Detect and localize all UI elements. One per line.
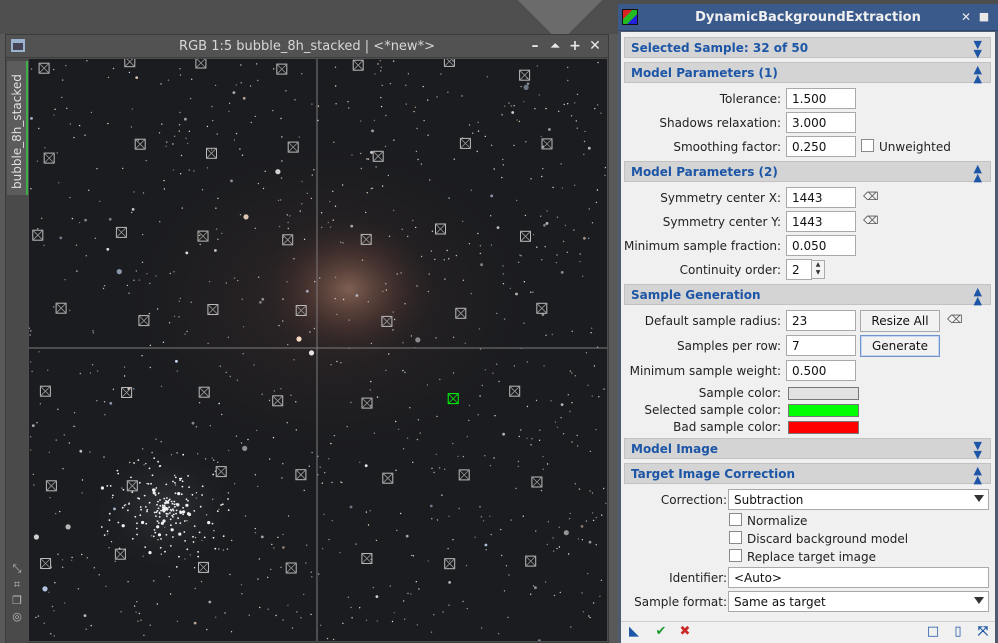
- sample-format-select[interactable]: Same as target: [728, 591, 989, 612]
- identifier-label: Identifier:: [669, 571, 727, 585]
- bad-color-swatch[interactable]: [788, 421, 859, 434]
- image-canvas[interactable]: [29, 59, 607, 641]
- collapse-icon[interactable]: ▲ ▲: [974, 465, 982, 485]
- expand-icon[interactable]: ▼ ▼: [974, 39, 982, 59]
- section-label: Selected Sample: 32 of 50: [631, 41, 809, 55]
- dbe-titlebar[interactable]: DynamicBackgroundExtraction ✕ ■: [618, 4, 998, 31]
- dbe-footer: ◣ ✔ ✖ □ ▯ ⤧: [621, 621, 995, 643]
- normalize-label: Normalize: [747, 514, 808, 528]
- section-label: Sample Generation: [631, 288, 761, 302]
- maximize-button[interactable]: +: [567, 38, 583, 54]
- default-radius-label: Default sample radius:: [644, 314, 781, 328]
- replace-target-checkbox[interactable]: [729, 549, 742, 562]
- image-window-titlebar[interactable]: RGB 1:5 bubble_8h_stacked | <*new*> – ⏶ …: [6, 35, 608, 58]
- browse-doc-icon[interactable]: □: [926, 625, 940, 639]
- reset-icon[interactable]: ⤧: [976, 625, 990, 639]
- image-window[interactable]: RGB 1:5 bubble_8h_stacked | <*new*> – ⏶ …: [5, 34, 609, 643]
- correction-value: Subtraction: [734, 493, 804, 507]
- clear-icon[interactable]: ⌫: [863, 191, 879, 203]
- section-model-params-1[interactable]: Model Parameters (1) ▲ ▲: [624, 62, 991, 84]
- clone-icon[interactable]: ❐: [11, 595, 23, 607]
- sample-format-label: Sample format:: [634, 595, 727, 609]
- symmetry-y-label: Symmetry center Y:: [662, 215, 781, 229]
- sample-color-label: Sample color:: [698, 386, 781, 400]
- sample-format-value: Same as target: [734, 595, 826, 609]
- samples-per-row-label: Samples per row:: [676, 339, 781, 353]
- section-label: Target Image Correction: [631, 467, 796, 481]
- samples-per-row-field[interactable]: 7: [786, 335, 856, 356]
- section-target-correction[interactable]: Target Image Correction ▲ ▲: [624, 463, 991, 485]
- unweighted-checkbox[interactable]: [861, 139, 874, 152]
- dbe-shade-button[interactable]: ■: [976, 9, 992, 25]
- continuity-order-field[interactable]: 2: [786, 259, 812, 280]
- tolerance-label: Tolerance:: [719, 92, 781, 106]
- selected-color-swatch[interactable]: [788, 404, 859, 417]
- smoothing-factor-field[interactable]: 0.250: [786, 136, 856, 157]
- section-sample-generation[interactable]: Sample Generation ▲ ▲: [624, 284, 991, 306]
- min-sample-fraction-label: Minimum sample fraction:: [623, 239, 781, 253]
- replace-target-label: Replace target image: [747, 550, 876, 564]
- view-tab-label: bubble_8h_stacked: [10, 74, 24, 189]
- section-model-image[interactable]: Model Image ▼ ▼: [624, 438, 991, 460]
- minimize-button[interactable]: –: [527, 38, 543, 54]
- min-sample-weight-label: Minimum sample weight:: [629, 364, 781, 378]
- collapse-icon[interactable]: ▲ ▲: [974, 64, 982, 84]
- dbe-title: DynamicBackgroundExtraction: [695, 10, 921, 25]
- apply-icon[interactable]: ✔: [654, 625, 668, 639]
- view-tab[interactable]: bubble_8h_stacked: [7, 61, 28, 195]
- fit-icon[interactable]: ⌗: [11, 579, 23, 591]
- section-model-params-2[interactable]: Model Parameters (2) ▲ ▲: [624, 161, 991, 183]
- discard-model-label: Discard background model: [747, 532, 909, 546]
- normalize-checkbox[interactable]: [729, 513, 742, 526]
- cancel-icon[interactable]: ✖: [678, 625, 692, 639]
- unweighted-label: Unweighted: [879, 140, 951, 154]
- continuity-spinner[interactable]: ▲ ▼: [811, 260, 825, 279]
- bad-color-label: Bad sample color:: [673, 420, 781, 434]
- discard-model-checkbox[interactable]: [729, 531, 742, 544]
- symmetry-x-field[interactable]: 1443: [786, 187, 856, 208]
- dbe-close-button[interactable]: ✕: [958, 9, 974, 25]
- identifier-field[interactable]: <Auto>: [728, 567, 989, 588]
- resize-icon[interactable]: ⤡: [11, 563, 23, 575]
- section-label: Model Parameters (2): [631, 165, 778, 179]
- section-label: Model Parameters (1): [631, 66, 778, 80]
- expand-icon[interactable]: ▼ ▼: [974, 440, 982, 460]
- starfield-image[interactable]: [29, 59, 607, 641]
- settings-icon[interactable]: ◎: [11, 611, 23, 623]
- workspace: RGB 1:5 bubble_8h_stacked | <*new*> – ⏶ …: [0, 0, 998, 643]
- chevron-down-icon: [974, 597, 984, 604]
- collapse-icon[interactable]: ▲ ▲: [974, 163, 982, 183]
- symmetry-y-field[interactable]: 1443: [786, 211, 856, 232]
- default-radius-field[interactable]: 23: [786, 310, 856, 331]
- correction-select[interactable]: Subtraction: [728, 489, 989, 510]
- section-selected-sample[interactable]: Selected Sample: 32 of 50 ▼ ▼: [624, 37, 991, 59]
- min-sample-weight-field[interactable]: 0.500: [786, 360, 856, 381]
- image-side-bar: bubble_8h_stacked ⤡ ⌗ ❐ ◎: [6, 59, 28, 643]
- section-label: Model Image: [631, 442, 718, 456]
- shadows-relaxation-field[interactable]: 3.000: [786, 112, 856, 133]
- dbe-body: Selected Sample: 32 of 50 ▼ ▼ Model Param…: [621, 32, 995, 621]
- shadows-relaxation-label: Shadows relaxation:: [659, 116, 781, 130]
- correction-label: Correction:: [660, 493, 727, 507]
- image-window-title: RGB 1:5 bubble_8h_stacked | <*new*>: [179, 39, 435, 54]
- collapse-icon[interactable]: ▲ ▲: [974, 286, 982, 306]
- new-instance-icon[interactable]: ◣: [627, 625, 641, 639]
- clear-icon[interactable]: ⌫: [947, 314, 963, 326]
- clear-icon[interactable]: ⌫: [863, 215, 879, 227]
- generate-button[interactable]: Generate: [860, 335, 940, 357]
- sample-color-swatch[interactable]: [788, 387, 859, 400]
- shade-button[interactable]: ⏶: [547, 38, 563, 54]
- close-button[interactable]: ✕: [587, 38, 603, 54]
- resize-all-button[interactable]: Resize All: [860, 310, 940, 332]
- selected-color-label: Selected sample color:: [644, 403, 781, 417]
- symmetry-x-label: Symmetry center X:: [660, 191, 781, 205]
- continuity-order-label: Continuity order:: [679, 263, 781, 277]
- dbe-process-window[interactable]: DynamicBackgroundExtraction ✕ ■ Selected…: [618, 4, 998, 643]
- tolerance-field[interactable]: 1.500: [786, 88, 856, 109]
- smoothing-factor-label: Smoothing factor:: [673, 140, 781, 154]
- document-icon[interactable]: ▯: [951, 625, 965, 639]
- chevron-down-icon: [974, 495, 984, 502]
- min-sample-fraction-field[interactable]: 0.050: [786, 235, 856, 256]
